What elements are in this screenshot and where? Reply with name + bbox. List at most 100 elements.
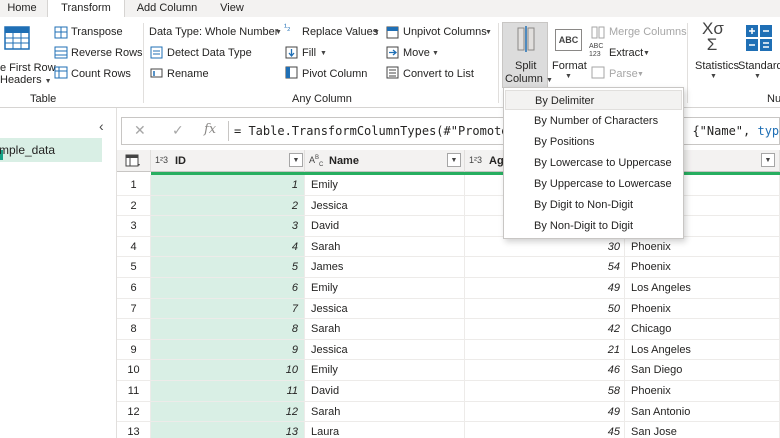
cell-city[interactable]: San Diego — [625, 360, 780, 381]
cell-name[interactable]: Sarah — [305, 319, 465, 340]
reverse-rows-icon — [54, 46, 68, 59]
cell-age[interactable]: 45 — [465, 422, 625, 438]
chevron-down-icon: ▼ — [710, 73, 717, 80]
split-column-button[interactable]: Split Column ▼ — [502, 22, 553, 88]
row-number[interactable]: 3 — [117, 216, 151, 237]
reverse-rows-label: Reverse Rows — [71, 47, 143, 59]
cell-name[interactable]: David — [305, 216, 465, 237]
cell-name[interactable]: Emily — [305, 175, 465, 196]
query-name: mple_data — [0, 143, 56, 157]
column-filter-button[interactable]: ▼ — [761, 153, 775, 167]
menu-item-split-by-uppercase-to-lowercase[interactable]: By Uppercase to Lowercase — [505, 174, 682, 194]
row-number[interactable]: 5 — [117, 257, 151, 278]
menu-item-split-by-non-digit-to-digit[interactable]: By Non-Digit to Digit — [505, 216, 682, 236]
tab-add-column[interactable]: Add Column — [128, 0, 206, 17]
row-number[interactable]: 11 — [117, 381, 151, 402]
text-type-icon: ABC — [309, 155, 324, 168]
cell-id[interactable]: 8 — [151, 319, 305, 340]
fx-icon[interactable]: fx — [204, 122, 216, 137]
cell-city[interactable]: Los Angeles — [625, 339, 780, 361]
cell-name[interactable]: Jessica — [305, 195, 465, 217]
cancel-formula-icon[interactable]: ✕ — [134, 122, 146, 139]
tab-home[interactable]: Home — [0, 0, 44, 17]
cell-name[interactable]: Sarah — [305, 236, 465, 258]
tab-transform[interactable]: Transform — [47, 0, 125, 17]
cell-id[interactable]: 7 — [151, 298, 305, 320]
row-number[interactable]: 12 — [117, 401, 151, 423]
menu-item-split-by-number-of-characters[interactable]: By Number of Characters — [505, 111, 682, 131]
rename-icon — [150, 68, 163, 78]
menu-item-split-by-positions[interactable]: By Positions — [505, 132, 682, 152]
cell-age[interactable]: 30 — [465, 236, 625, 258]
column-header-label: ID — [175, 155, 186, 167]
row-number[interactable]: 1 — [117, 175, 151, 196]
row-number[interactable]: 8 — [117, 319, 151, 340]
split-column-menu: By Delimiter By Number of Characters By Po… — [503, 87, 684, 239]
cell-name[interactable]: Jessica — [305, 298, 465, 320]
menu-item-split-by-lowercase-to-uppercase[interactable]: By Lowercase to Uppercase — [505, 153, 682, 173]
cell-id[interactable]: 12 — [151, 401, 305, 423]
split-column-icon — [517, 26, 535, 52]
column-filter-button[interactable]: ▼ — [289, 153, 303, 167]
cell-age[interactable]: 50 — [465, 298, 625, 320]
cell-id[interactable]: 4 — [151, 236, 305, 258]
cell-id[interactable]: 5 — [151, 257, 305, 278]
column-filter-button[interactable]: ▼ — [447, 153, 461, 167]
cell-name[interactable]: Emily — [305, 360, 465, 381]
cell-id[interactable]: 3 — [151, 216, 305, 237]
table-menu-header[interactable] — [117, 150, 151, 172]
cell-name[interactable]: James — [305, 257, 465, 278]
cell-city[interactable]: San Jose — [625, 422, 780, 438]
menu-item-split-by-digit-to-non-digit[interactable]: By Digit to Non-Digit — [505, 195, 682, 215]
collapse-pane-icon[interactable]: ‹ — [99, 118, 104, 134]
row-number[interactable]: 13 — [117, 422, 151, 438]
cell-age[interactable]: 49 — [465, 401, 625, 423]
cell-name[interactable]: Sarah — [305, 401, 465, 423]
group-separator — [498, 23, 499, 103]
column-header-name[interactable]: ABC Name ▼ — [305, 150, 465, 172]
formula-input[interactable]: = Table.TransformColumnTypes(#"Promoted — [234, 124, 516, 138]
cell-city[interactable]: Phoenix — [625, 257, 780, 278]
cell-name[interactable]: David — [305, 381, 465, 402]
cell-city[interactable]: Phoenix — [625, 236, 780, 258]
cell-age[interactable]: 46 — [465, 360, 625, 381]
cell-name[interactable]: Jessica — [305, 339, 465, 361]
cell-city[interactable]: San Antonio — [625, 401, 780, 423]
row-number[interactable]: 9 — [117, 339, 151, 361]
menu-item-split-by-delimiter[interactable]: By Delimiter — [505, 90, 682, 110]
column-header-id[interactable]: 1²3 ID ▼ — [151, 150, 305, 172]
cell-age[interactable]: 58 — [465, 381, 625, 402]
rename-label: Rename — [167, 68, 209, 80]
row-number[interactable]: 6 — [117, 278, 151, 299]
cell-name[interactable]: Emily — [305, 278, 465, 299]
cell-age[interactable]: 21 — [465, 339, 625, 361]
cell-id[interactable]: 1 — [151, 175, 305, 196]
cell-city[interactable]: Chicago — [625, 319, 780, 340]
cell-city[interactable]: Los Angeles — [625, 278, 780, 299]
cell-id[interactable]: 10 — [151, 360, 305, 381]
cell-age[interactable]: 54 — [465, 257, 625, 278]
cell-id[interactable]: 11 — [151, 381, 305, 402]
commit-formula-icon[interactable]: ✓ — [172, 122, 184, 139]
cell-id[interactable]: 13 — [151, 422, 305, 438]
query-item[interactable]: mple_data — [0, 138, 102, 162]
fill-label: Fill — [302, 47, 317, 59]
cell-age[interactable]: 42 — [465, 319, 625, 340]
row-number[interactable]: 2 — [117, 195, 151, 217]
cell-city[interactable]: Phoenix — [625, 381, 780, 402]
cell-city[interactable]: Phoenix — [625, 298, 780, 320]
cell-id[interactable]: 9 — [151, 339, 305, 361]
cell-name[interactable]: Laura — [305, 422, 465, 438]
row-number[interactable]: 7 — [117, 298, 151, 320]
formula-keyword: type — [757, 124, 780, 138]
cell-id[interactable]: 6 — [151, 278, 305, 299]
row-number[interactable]: 10 — [117, 360, 151, 381]
cell-id[interactable]: 2 — [151, 195, 305, 217]
row-number[interactable]: 4 — [117, 236, 151, 258]
formula-input-trail[interactable]: , {"Name", type — [678, 124, 780, 138]
cell-age[interactable]: 49 — [465, 278, 625, 299]
tab-view[interactable]: View — [208, 0, 256, 17]
extract-label: Extract — [609, 47, 644, 59]
fill-down-icon — [285, 46, 298, 59]
detect-data-type-label: Detect Data Type — [167, 47, 252, 59]
